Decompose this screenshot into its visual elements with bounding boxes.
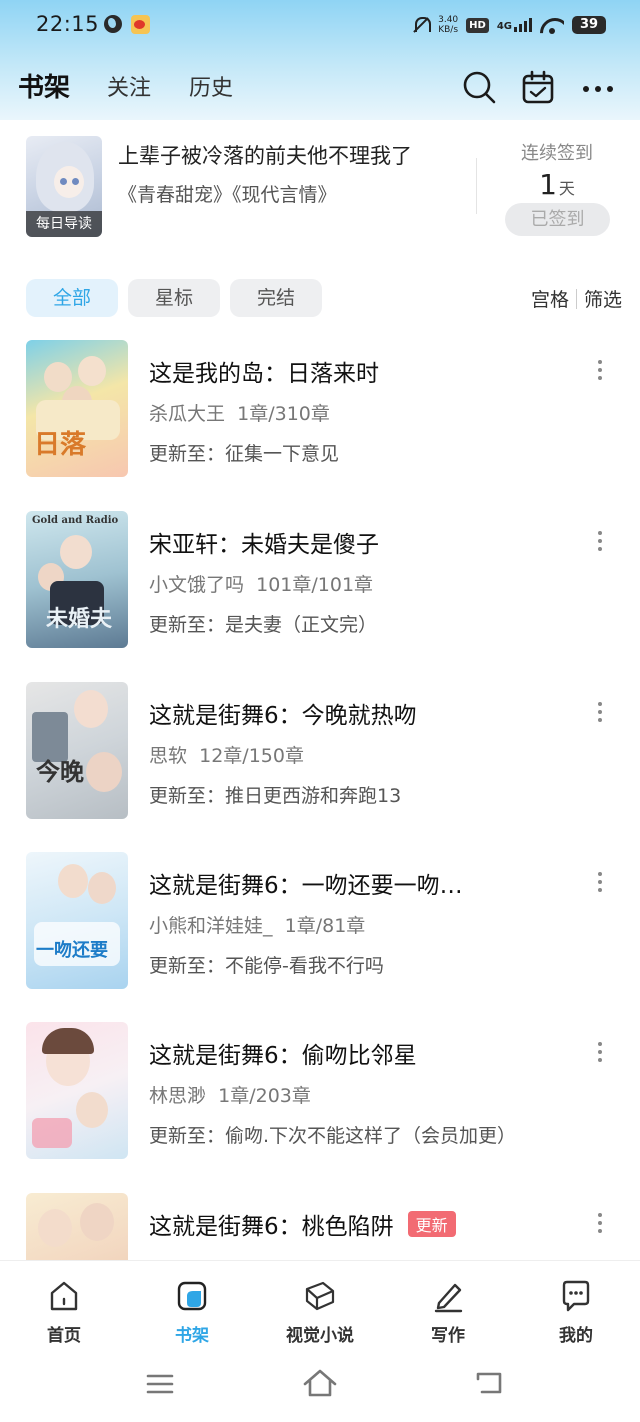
- tab-follow[interactable]: 关注: [107, 70, 151, 102]
- bottom-nav: 首页 书架 视觉小说 写作 我的: [0, 1260, 640, 1356]
- status-time: 22:15: [36, 12, 100, 36]
- nav-visual-novel[interactable]: 视觉小说: [270, 1279, 370, 1346]
- book-update: 更新至：不能停-看我不行吗: [149, 955, 384, 977]
- more-vertical-icon[interactable]: [592, 1211, 608, 1237]
- wifi-icon: [540, 16, 564, 34]
- grid-view-button[interactable]: 宫格: [531, 285, 569, 312]
- nav-write-label: 写作: [431, 1326, 465, 1346]
- battery-icon: 39: [572, 16, 606, 34]
- home-nav-icon[interactable]: [302, 1368, 338, 1398]
- book-title[interactable]: 这就是街舞6：一吻还要一吻…: [149, 866, 463, 900]
- nav-write[interactable]: 写作: [398, 1279, 498, 1346]
- more-vertical-icon[interactable]: [592, 870, 608, 896]
- book-progress: 1章/81章: [284, 915, 366, 937]
- book-meta: 小文饿了吗 101章/101章: [149, 570, 373, 597]
- nav-home-label: 首页: [47, 1326, 81, 1346]
- filter-all[interactable]: 全部: [26, 279, 118, 317]
- book-progress: 1章/203章: [218, 1085, 311, 1107]
- filter-button[interactable]: 筛选: [584, 285, 622, 312]
- list-item[interactable]: 一吻还要 这就是街舞6：一吻还要一吻… 小熊和洋娃娃_ 1章/81章 更新至：不…: [0, 852, 640, 992]
- mute-bell-icon: [412, 15, 432, 35]
- checkin-days-unit: 天: [558, 179, 575, 198]
- filter-starred[interactable]: 星标: [128, 279, 220, 317]
- nav-visual-novel-label: 视觉小说: [286, 1326, 354, 1346]
- checked-in-button[interactable]: 已签到: [505, 203, 610, 236]
- nav-home[interactable]: 首页: [14, 1279, 114, 1346]
- filter-completed[interactable]: 完结: [230, 279, 322, 317]
- menu-icon[interactable]: [146, 1372, 174, 1396]
- net-speed-unit: KB/s: [438, 25, 459, 35]
- book-author: 杀瓜大王: [149, 403, 226, 425]
- signal-icon: 4G: [497, 18, 532, 32]
- book-meta: 林思渺 1章/203章: [149, 1081, 311, 1108]
- book-update: 更新至：偷吻.下次不能这样了（会员加更）: [149, 1125, 517, 1147]
- view-options: 宫格 筛选: [531, 285, 622, 312]
- book-icon: [305, 1281, 335, 1311]
- book-meta: 思软 12章/150章: [149, 741, 304, 768]
- net-speed-value: 3.40: [438, 15, 459, 25]
- book-title[interactable]: 这就是街舞6：今晚就热吻: [149, 696, 417, 730]
- list-item[interactable]: 今晚 这就是街舞6：今晚就热吻 思软 12章/150章 更新至：推日更西游和奔跑…: [0, 682, 640, 822]
- status-bar: 22:15 3.40 KB/s HD 4G 39: [0, 0, 640, 52]
- more-vertical-icon[interactable]: [592, 529, 608, 555]
- book-title[interactable]: 这就是街舞6：偷吻比邻星: [149, 1036, 417, 1070]
- home-icon: [50, 1281, 78, 1311]
- tab-history[interactable]: 历史: [189, 70, 233, 102]
- bookshelf-icon: [177, 1281, 207, 1311]
- book-progress: 1章/310章: [237, 403, 330, 425]
- book-author: 小文饿了吗: [149, 574, 245, 596]
- more-horizontal-icon[interactable]: [581, 70, 615, 104]
- search-icon[interactable]: [462, 70, 496, 104]
- update-badge: 更新: [407, 1211, 456, 1237]
- nav-mine[interactable]: 我的: [526, 1279, 626, 1346]
- daily-guide-tag: 每日导读: [26, 211, 102, 237]
- tab-bookshelf[interactable]: 书架: [18, 67, 70, 104]
- book-progress: 101章/101章: [256, 574, 374, 596]
- weibo-icon: [131, 15, 150, 34]
- list-item[interactable]: 这就是街舞6：偷吻比邻星 林思渺 1章/203章 更新至：偷吻.下次不能这样了（…: [0, 1022, 640, 1162]
- globe-icon: [104, 15, 122, 33]
- back-icon[interactable]: [474, 1370, 504, 1396]
- book-cover[interactable]: 今晚: [26, 682, 128, 819]
- book-meta: 杀瓜大王 1章/310章: [149, 399, 330, 426]
- system-nav-bar: [0, 1356, 640, 1422]
- nav-bookshelf-label: 书架: [175, 1326, 209, 1346]
- pen-icon: [434, 1283, 463, 1313]
- nav-mine-label: 我的: [559, 1326, 593, 1346]
- book-update: 更新至：推日更西游和奔跑13: [149, 785, 402, 807]
- daily-book-title[interactable]: 上辈子被冷落的前夫他不理我了: [118, 140, 412, 170]
- book-author: 小熊和洋娃娃_: [149, 915, 273, 937]
- checkin-label: 连续签到: [521, 143, 593, 164]
- status-indicators: 3.40 KB/s HD 4G 39: [412, 12, 606, 38]
- more-vertical-icon[interactable]: [592, 1040, 608, 1066]
- book-meta: 小熊和洋娃娃_ 1章/81章: [149, 911, 365, 938]
- net-speed: 3.40 KB/s: [438, 15, 458, 35]
- nav-bookshelf[interactable]: 书架: [142, 1279, 242, 1346]
- book-cover[interactable]: Gold and Radio 未婚夫: [26, 511, 128, 648]
- signal-label: 4G: [496, 21, 512, 32]
- book-author: 林思渺: [149, 1085, 207, 1107]
- book-update: 更新至：是夫妻（正文完）: [149, 614, 378, 636]
- list-item[interactable]: Gold and Radio 未婚夫 宋亚轩：未婚夫是傻子 小文饿了吗 101章…: [0, 511, 640, 651]
- book-update: 更新至：征集一下意见: [149, 443, 340, 465]
- chat-bubble-icon: [562, 1280, 590, 1312]
- more-vertical-icon[interactable]: [592, 700, 608, 726]
- calendar-check-icon[interactable]: [521, 70, 555, 104]
- hd-badge: HD: [466, 17, 489, 33]
- book-progress: 12章/150章: [199, 745, 304, 767]
- book-title[interactable]: 这是我的岛：日落来时: [149, 354, 379, 388]
- divider: [476, 158, 477, 214]
- checkin-days: 1天: [500, 168, 614, 201]
- book-title[interactable]: 这就是街舞6：桃色陷阱 更新: [149, 1207, 456, 1241]
- more-vertical-icon[interactable]: [592, 358, 608, 384]
- list-item[interactable]: 日落 这是我的岛：日落来时 杀瓜大王 1章/310章 更新至：征集一下意见: [0, 340, 640, 480]
- daily-book-tags: 《青春甜宠》《现代言情》: [118, 184, 337, 206]
- book-title-text: 这就是街舞6：桃色陷阱: [149, 1214, 394, 1240]
- book-author: 思软: [149, 745, 188, 767]
- checkin-days-count: 1: [539, 168, 557, 201]
- book-cover[interactable]: 日落: [26, 340, 128, 477]
- book-cover[interactable]: 一吻还要: [26, 852, 128, 989]
- book-title[interactable]: 宋亚轩：未婚夫是傻子: [149, 525, 379, 559]
- book-cover[interactable]: [26, 1022, 128, 1159]
